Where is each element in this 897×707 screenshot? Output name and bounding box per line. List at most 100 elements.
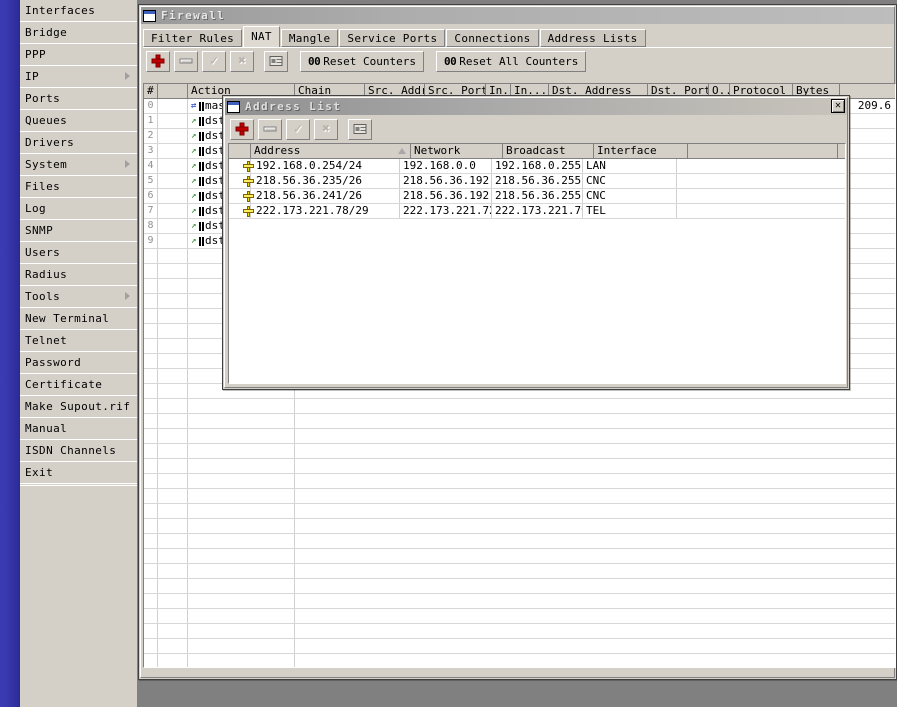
masquerade-icon: ⇄	[191, 101, 204, 111]
address-cell-address: 218.56.36.235/26	[240, 174, 400, 188]
address-table-row[interactable]: 222.173.221.78/29 222.173.221.72 222.173.2…	[229, 204, 845, 219]
firewall-row-bytes	[844, 189, 895, 203]
sidebar-item-label: Files	[25, 180, 61, 193]
firewall-add-button[interactable]	[146, 50, 170, 72]
sidebar-item-bridge[interactable]: Bridge	[20, 22, 137, 44]
sidebar-item-ip[interactable]: IP	[20, 66, 137, 88]
sidebar-item-label: Certificate	[25, 378, 103, 391]
sidebar-item-certificate[interactable]: Certificate	[20, 374, 137, 396]
sidebar-item-files[interactable]: Files	[20, 176, 137, 198]
address-col-address[interactable]: Address	[251, 144, 411, 158]
address-table-row[interactable]: 218.56.36.235/26 218.56.36.192 218.56.36.2…	[229, 174, 845, 189]
address-icon	[243, 160, 254, 172]
sidebar-item-password[interactable]: Password	[20, 352, 137, 374]
sidebar-item-interfaces[interactable]: Interfaces	[20, 0, 137, 22]
firewall-row-flags	[158, 204, 188, 218]
firewall-comment-button[interactable]	[264, 50, 288, 72]
firewall-disable-button[interactable]: ✖	[230, 50, 254, 72]
sidebar-item-label: SNMP	[25, 224, 54, 237]
dst-nat-icon: ↗	[191, 161, 204, 171]
firewall-row-bytes	[844, 204, 895, 218]
sidebar-item-drivers[interactable]: Drivers	[20, 132, 137, 154]
sidebar-item-telnet[interactable]: Telnet	[20, 330, 137, 352]
address-table-row[interactable]: 218.56.36.241/26 218.56.36.192 218.56.36.2…	[229, 189, 845, 204]
sidebar-item-label: Queues	[25, 114, 68, 127]
dst-nat-icon: ↗	[191, 191, 204, 201]
firewall-empty-row	[144, 609, 895, 624]
tab-nat[interactable]: NAT	[243, 26, 280, 47]
sidebar-item-queues[interactable]: Queues	[20, 110, 137, 132]
firewall-row-number: 8	[144, 219, 158, 233]
sidebar-item-new-terminal[interactable]: New Terminal	[20, 308, 137, 330]
sidebar-item-tools[interactable]: Tools	[20, 286, 137, 308]
sidebar-item-isdn-channels[interactable]: ISDN Channels	[20, 440, 137, 462]
address-enable-button[interactable]: ✓	[286, 118, 310, 140]
tab-connections[interactable]: Connections	[446, 29, 539, 47]
sidebar-item-snmp[interactable]: SNMP	[20, 220, 137, 242]
address-cell-address: 192.168.0.254/24	[240, 159, 400, 173]
address-icon	[243, 190, 254, 202]
address-list-titlebar[interactable]: Address List ✕	[225, 98, 847, 115]
sidebar-item-users[interactable]: Users	[20, 242, 137, 264]
firewall-col-[interactable]: #	[144, 84, 158, 98]
address-disable-button[interactable]: ✖	[314, 118, 338, 140]
address-cell-broadcast: 218.56.36.255	[492, 174, 583, 188]
firewall-row-bytes	[844, 114, 895, 128]
sidebar-item-label: ISDN Channels	[25, 444, 117, 457]
address-col-label: Interface	[597, 144, 657, 157]
sidebar-item-label: Make Supout.rif	[25, 400, 131, 413]
tab-mangle[interactable]: Mangle	[280, 29, 339, 47]
firewall-row-bytes	[844, 219, 895, 233]
firewall-remove-button[interactable]	[174, 50, 198, 72]
firewall-row-flags	[158, 114, 188, 128]
sidebar-item-make-supout-rif[interactable]: Make Supout.rif	[20, 396, 137, 418]
address-col-blank-0[interactable]	[229, 144, 251, 158]
address-cell-address: 222.173.221.78/29	[240, 204, 400, 218]
address-comment-button[interactable]	[348, 118, 372, 140]
address-remove-button[interactable]	[258, 118, 282, 140]
firewall-row-bytes: 209.6	[857, 99, 891, 112]
sidebar-item-label: Ports	[25, 92, 61, 105]
firewall-titlebar[interactable]: Firewall	[141, 7, 894, 24]
sidebar-item-radius[interactable]: Radius	[20, 264, 137, 286]
tab-filter-rules[interactable]: Filter Rules	[143, 29, 243, 47]
sidebar-item-system[interactable]: System	[20, 154, 137, 176]
address-add-button[interactable]	[230, 118, 254, 140]
address-col-interface[interactable]: Interface	[594, 144, 688, 158]
firewall-enable-button[interactable]: ✓	[202, 50, 226, 72]
address-cell-network: 222.173.221.72	[400, 204, 492, 218]
chevron-right-icon	[125, 292, 130, 300]
address-col-blank-5[interactable]	[688, 144, 838, 158]
sidebar-item-manual[interactable]: Manual	[20, 418, 137, 440]
address-table-row[interactable]: 192.168.0.254/24 192.168.0.0 192.168.0.255…	[229, 159, 845, 174]
reset-counters-button[interactable]: 00 Reset Counters	[300, 50, 424, 72]
firewall-row-number: 7	[144, 204, 158, 218]
sidebar-item-ports[interactable]: Ports	[20, 88, 137, 110]
chevron-right-icon	[125, 160, 130, 168]
tab-service-ports[interactable]: Service Ports	[339, 29, 446, 47]
firewall-row-flags	[158, 144, 188, 158]
sidebar-item-exit[interactable]: Exit	[20, 462, 137, 484]
sidebar-item-label: IP	[25, 70, 40, 83]
reset-counters-prefix: 00	[308, 54, 321, 68]
firewall-empty-row	[144, 474, 895, 489]
firewall-col-blank-1[interactable]	[158, 84, 188, 98]
firewall-row-flags	[158, 129, 188, 143]
sidebar-item-log[interactable]: Log	[20, 198, 137, 220]
sidebar-item-label: Manual	[25, 422, 68, 435]
sidebar-item-label: Password	[25, 356, 82, 369]
firewall-row-number: 5	[144, 174, 158, 188]
firewall-empty-row	[144, 639, 895, 654]
reset-counters-label: Reset Counters	[323, 54, 416, 68]
firewall-empty-row	[144, 624, 895, 639]
sidebar-item-ppp[interactable]: PPP	[20, 44, 137, 66]
firewall-tab-bar: Filter Rules NAT Mangle Service Ports Connec…	[143, 26, 894, 47]
comment-icon	[269, 56, 283, 66]
sidebar-item-label: Log	[25, 202, 47, 215]
close-icon[interactable]: ✕	[831, 99, 845, 113]
address-col-broadcast[interactable]: Broadcast	[503, 144, 594, 158]
firewall-empty-row	[144, 414, 895, 429]
tab-address-lists[interactable]: Address Lists	[539, 29, 646, 47]
address-col-network[interactable]: Network	[411, 144, 503, 158]
reset-all-counters-button[interactable]: 00 Reset All Counters	[435, 50, 587, 72]
